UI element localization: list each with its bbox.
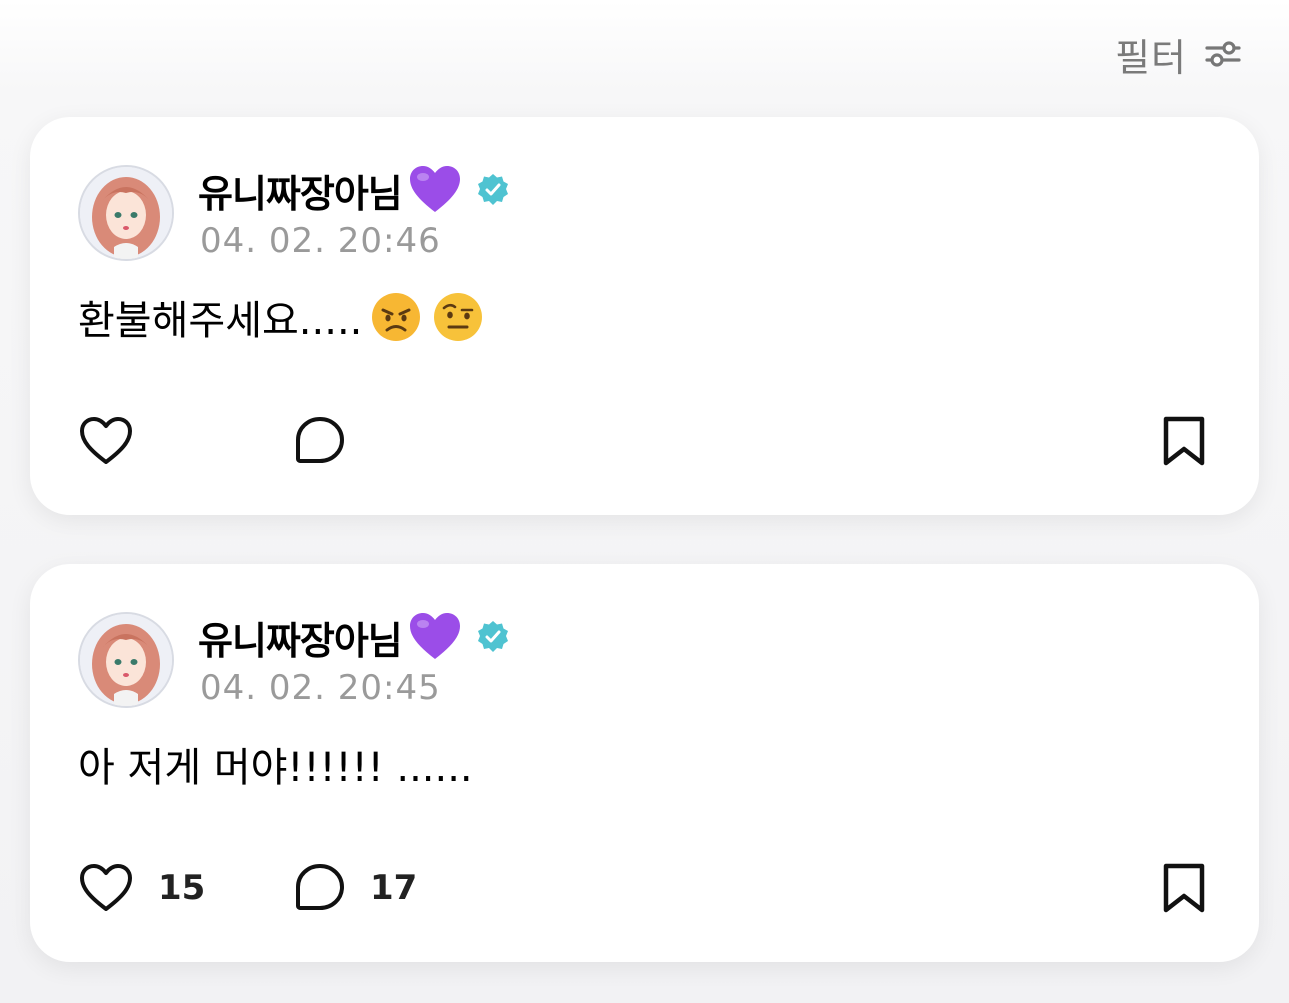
verified-badge-icon: [477, 174, 508, 205]
comment-icon: [296, 417, 344, 463]
avatar[interactable]: [78, 612, 174, 708]
feed-page: 필터 유니짜장아님 04. 02. 20:46 환불해주세요..... 유니짜장…: [0, 0, 1289, 1003]
post-body: 아 저게 머야!!!!!! ......: [78, 736, 473, 792]
avatar[interactable]: [78, 165, 174, 261]
like-button[interactable]: 15: [78, 860, 205, 916]
post-text: 환불해주세요.....: [78, 298, 363, 344]
post-card[interactable]: 유니짜장아님 04. 02. 20:46 환불해주세요.....: [30, 117, 1259, 515]
author-row: 유니짜장아님: [198, 610, 510, 664]
purple-heart-emoji: [409, 613, 460, 659]
bookmark-button[interactable]: [1161, 413, 1207, 469]
post-body: 환불해주세요.....: [78, 289, 484, 345]
post-timestamp: 04. 02. 20:45: [200, 668, 441, 708]
post-text: 아 저게 머야!!!!!! ......: [78, 745, 473, 791]
author-row: 유니짜장아님: [198, 163, 510, 217]
like-button[interactable]: [78, 413, 158, 469]
angry-face-emoji: [372, 293, 421, 341]
post-timestamp: 04. 02. 20:46: [200, 221, 441, 261]
face-with-raised-eyebrow-emoji: [434, 293, 483, 341]
purple-heart-emoji: [409, 166, 460, 212]
comment-button[interactable]: [294, 413, 370, 469]
verified-badge-icon: [477, 621, 508, 652]
author-name[interactable]: 유니짜장아님: [198, 610, 403, 665]
bookmark-icon: [1163, 416, 1205, 466]
post-actions: 15 17: [78, 860, 1207, 916]
comment-icon: [296, 864, 344, 910]
bookmark-icon: [1163, 863, 1205, 913]
post-actions: [78, 413, 1207, 469]
filter-button[interactable]: 필터: [1115, 26, 1241, 82]
author-name[interactable]: 유니짜장아님: [198, 163, 403, 218]
heart-icon: [80, 417, 132, 464]
filter-label: 필터: [1115, 35, 1187, 80]
sliders-icon: [1205, 39, 1241, 69]
comment-button[interactable]: 17: [294, 860, 417, 916]
bookmark-button[interactable]: [1161, 860, 1207, 916]
heart-icon: [80, 864, 132, 911]
post-card[interactable]: 유니짜장아님 04. 02. 20:45 아 저게 머야!!!!!! .....…: [30, 564, 1259, 962]
like-count: 15: [158, 868, 206, 908]
comment-count: 17: [370, 868, 418, 908]
